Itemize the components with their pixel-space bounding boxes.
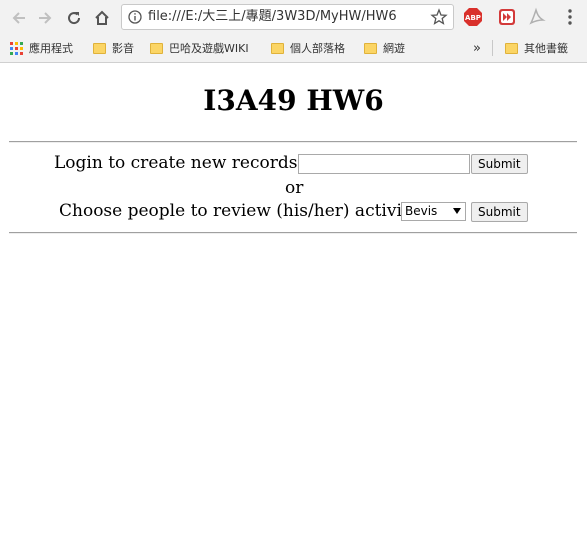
bookmark-folder-media[interactable]: 影音 xyxy=(93,39,134,57)
adblock-plus-icon[interactable]: ABP xyxy=(463,7,483,27)
bookmark-folder-blog[interactable]: 個人部落格 xyxy=(271,39,345,57)
back-arrow-icon xyxy=(12,12,25,24)
folder-icon xyxy=(93,42,106,54)
horizontal-rule-top xyxy=(9,141,577,143)
horizontal-rule-bottom xyxy=(9,232,577,234)
bookmark-label: 應用程式 xyxy=(29,42,73,55)
browser-chrome: file:///E:/大三上/專題/3W3D/MyHW/HW6 ABP 應用程式… xyxy=(0,0,587,63)
bookmark-label: 其他書籤 xyxy=(524,42,568,55)
person-select-value: Bevis xyxy=(405,204,438,218)
bookmark-folder-games-wiki[interactable]: 巴哈及遊戲WIKI xyxy=(150,39,249,57)
or-label: or xyxy=(285,178,304,198)
bookmark-label: 影音 xyxy=(112,42,134,55)
pdf-extension-icon[interactable] xyxy=(527,7,547,27)
folder-icon xyxy=(150,42,163,54)
bookmark-folder-online-games[interactable]: 網遊 xyxy=(364,39,405,57)
forward-arrow-icon xyxy=(39,12,52,24)
folder-icon xyxy=(271,42,284,54)
bookmark-label: 巴哈及遊戲WIKI xyxy=(169,42,249,55)
home-button[interactable] xyxy=(91,7,113,29)
reload-icon xyxy=(68,12,81,25)
bookmark-label: 網遊 xyxy=(383,42,405,55)
back-button[interactable] xyxy=(8,7,30,29)
page-title: I3A49 HW6 xyxy=(203,84,384,117)
bookmark-label: 個人部落格 xyxy=(290,42,345,55)
address-url[interactable]: file:///E:/大三上/專題/3W3D/MyHW/HW6 xyxy=(148,9,426,25)
forward-button[interactable] xyxy=(34,7,56,29)
review-label: Choose people to review (his/her) activi… xyxy=(59,201,419,221)
menu-kebab-icon[interactable] xyxy=(560,7,580,27)
abp-label: ABP xyxy=(465,14,481,22)
address-bar[interactable]: file:///E:/大三上/專題/3W3D/MyHW/HW6 xyxy=(121,4,454,30)
page-content: I3A49 HW6 Login to create new records Su… xyxy=(0,63,587,553)
bookmarks-divider xyxy=(492,40,493,56)
bookmark-star-icon[interactable] xyxy=(430,8,448,26)
home-icon xyxy=(95,10,109,25)
folder-icon xyxy=(364,42,377,54)
fast-forward-extension-icon[interactable] xyxy=(497,7,517,27)
browser-toolbar: file:///E:/大三上/專題/3W3D/MyHW/HW6 ABP xyxy=(0,0,587,36)
reload-button[interactable] xyxy=(63,7,85,29)
bookmark-other[interactable]: 其他書籤 xyxy=(505,39,568,57)
login-submit-button[interactable]: Submit xyxy=(471,154,528,174)
folder-icon xyxy=(505,42,518,54)
apps-grid-icon xyxy=(10,41,23,55)
bookmarks-bar: 應用程式 影音 巴哈及遊戲WIKI 個人部落格 網遊 » 其他書籤 xyxy=(0,36,587,60)
login-input[interactable] xyxy=(298,154,470,174)
dropdown-arrow-icon xyxy=(453,208,461,214)
review-submit-button[interactable]: Submit xyxy=(471,202,528,222)
bookmarks-overflow-button[interactable]: » xyxy=(473,39,481,57)
bookmark-apps[interactable]: 應用程式 xyxy=(10,39,73,57)
overflow-chevron-icon: » xyxy=(473,40,481,56)
person-select[interactable]: Bevis xyxy=(401,202,466,221)
info-icon[interactable] xyxy=(128,10,142,24)
login-label: Login to create new records xyxy=(54,153,298,173)
